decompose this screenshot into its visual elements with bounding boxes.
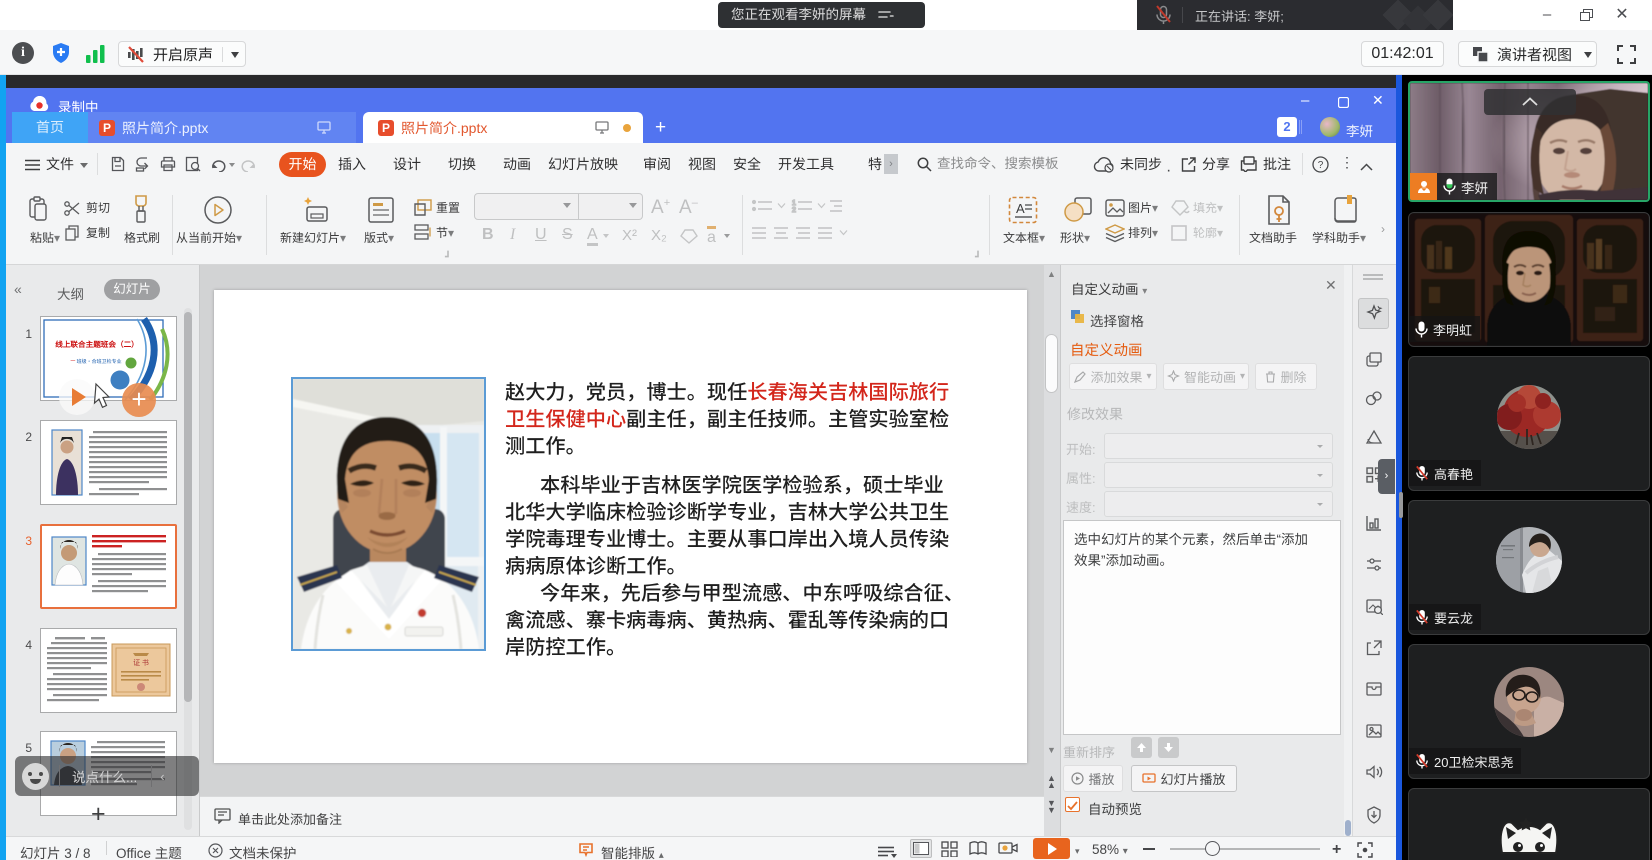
svg-text:证 书: 证 书: [133, 658, 149, 668]
svg-text:2: 2: [792, 207, 796, 213]
svg-text:线上联合主题班会（二）: 线上联合主题班会（二）: [55, 339, 139, 350]
svg-text:A: A: [1016, 201, 1025, 216]
svg-text:?: ?: [1318, 160, 1324, 171]
svg-text:一 班级·合班卫检专业: 一 班级·合班卫检专业: [70, 358, 121, 365]
svg-text:1: 1: [792, 200, 796, 207]
